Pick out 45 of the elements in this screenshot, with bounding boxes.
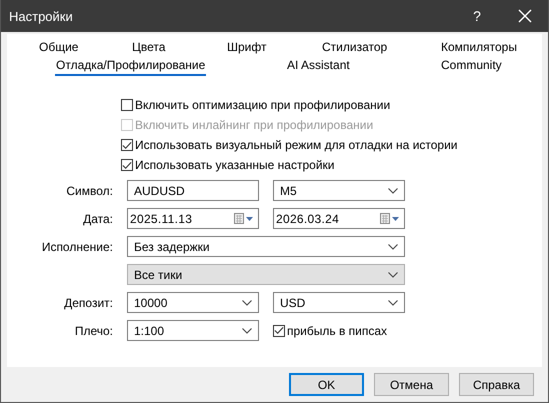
- checkbox-label: Использовать указанные настройки: [135, 158, 334, 172]
- calendar-dropdown-icon: [380, 213, 400, 224]
- field-label: Дата:: [83, 212, 113, 226]
- dialog-button[interactable]: Справка: [459, 373, 534, 396]
- text-field[interactable]: AUDUSD: [127, 180, 259, 201]
- checkbox-label: Включить инлайнинг при профилировании: [135, 118, 374, 132]
- dialog-button[interactable]: Отмена: [374, 373, 449, 396]
- tab[interactable]: Community: [440, 58, 503, 76]
- tab[interactable]: Компиляторы: [440, 40, 518, 58]
- checkbox-label: Использовать визуальный режим для отладки на истории: [135, 138, 458, 152]
- checkbox[interactable]: [121, 139, 133, 151]
- checkbox[interactable]: [121, 99, 133, 111]
- field-label: Символ:: [66, 184, 113, 198]
- dropdown[interactable]: USD: [273, 292, 405, 313]
- chevron-down-icon: [242, 328, 252, 334]
- dialog-button[interactable]: OK: [289, 373, 364, 396]
- dropdown[interactable]: 1:100: [127, 320, 259, 341]
- checkbox[interactable]: [273, 324, 285, 336]
- dropdown[interactable]: Без задержки: [127, 236, 405, 257]
- chevron-down-icon: [242, 300, 252, 306]
- field-label: Депозит:: [64, 296, 113, 310]
- checkbox[interactable]: [121, 159, 133, 171]
- tab[interactable]: Стилизатор: [321, 40, 388, 58]
- help-button[interactable]: ?: [454, 0, 500, 32]
- checkbox-label: Включить оптимизацию при профилировании: [135, 98, 390, 112]
- tab[interactable]: Шрифт: [226, 40, 268, 58]
- chevron-down-icon: [388, 272, 398, 278]
- calendar-dropdown-icon: [234, 213, 254, 224]
- tab[interactable]: Цвета: [131, 40, 166, 58]
- dropdown[interactable]: Все тики: [127, 264, 405, 285]
- field-label: Исполнение:: [42, 240, 113, 254]
- window-title: Настройки: [9, 8, 74, 24]
- tab[interactable]: Отладка/Профилирование: [55, 58, 206, 76]
- dropdown[interactable]: M5: [273, 180, 405, 201]
- close-icon: [518, 9, 532, 23]
- checkbox-label: прибыль в пипсах: [287, 324, 388, 338]
- tab[interactable]: Общие: [38, 40, 80, 58]
- chevron-down-icon: [388, 244, 398, 250]
- tab[interactable]: AI Assistant: [286, 58, 351, 76]
- date-field[interactable]: 2026.03.24: [273, 208, 405, 229]
- field-label: Плечо:: [74, 324, 113, 338]
- chevron-down-icon: [388, 300, 398, 306]
- chevron-down-icon: [388, 188, 398, 194]
- date-field[interactable]: 2025.11.13: [127, 208, 259, 229]
- dropdown[interactable]: 10000: [127, 292, 259, 313]
